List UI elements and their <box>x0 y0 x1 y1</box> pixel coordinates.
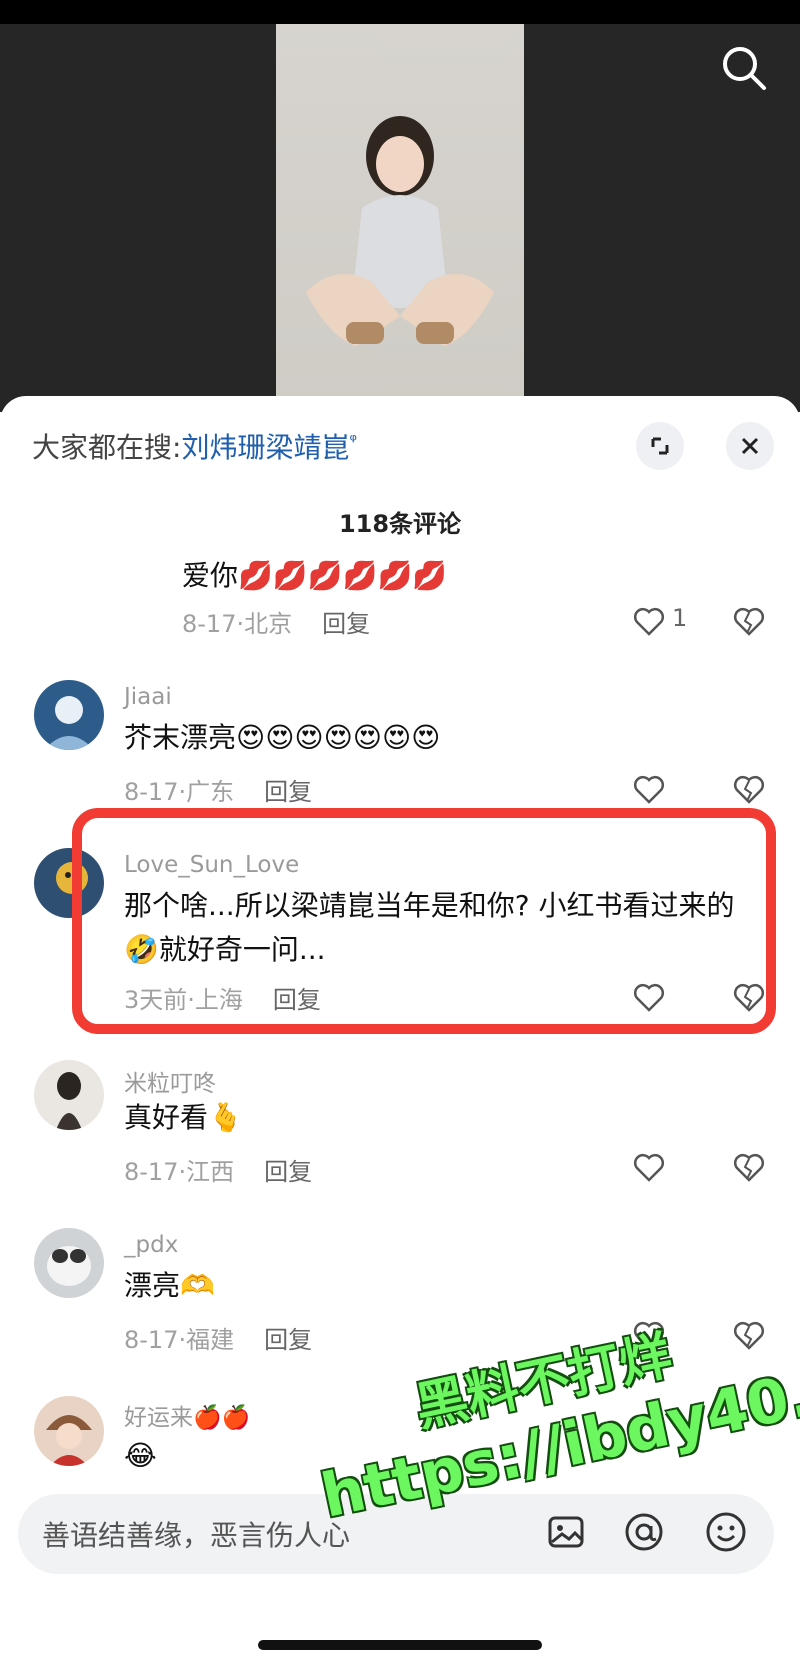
like-heart-icon[interactable] <box>632 1150 666 1184</box>
avatar-image <box>44 696 94 750</box>
username[interactable]: Jiaai <box>124 684 172 710</box>
expand-button[interactable] <box>636 422 684 470</box>
small-search-icon: ᵠ <box>349 430 357 452</box>
girl-image <box>306 116 494 346</box>
comment-text: 真好看🫰 <box>124 1101 243 1134</box>
comment-input[interactable]: 善语结善缘，恶言伤人心 <box>42 1514 350 1554</box>
avatar-image <box>46 1415 92 1466</box>
close-icon <box>741 437 759 455</box>
like-heart-icon[interactable] <box>632 604 666 638</box>
comment-text: 爱你💋💋💋💋💋💋 <box>182 559 448 592</box>
comment-meta: 8-17·北京 回复 <box>182 610 371 638</box>
comment-meta: 8-17·江西 回复 <box>124 1158 313 1186</box>
emoji-icon[interactable] <box>702 1508 750 1556</box>
reply-button[interactable]: 回复 <box>264 778 312 806</box>
trending-link[interactable]: 刘炜珊梁靖崑 <box>181 431 349 464</box>
avatar[interactable] <box>34 1396 104 1466</box>
avatar-image <box>56 1072 82 1130</box>
like-count: 1 <box>672 604 688 632</box>
image-icon[interactable] <box>542 1508 590 1556</box>
search-icon[interactable] <box>716 40 772 96</box>
dislike-broken-heart-icon[interactable] <box>732 772 766 806</box>
comment-meta: 8-17·广东 回复 <box>124 778 313 806</box>
username[interactable]: _pdx <box>124 1232 178 1258</box>
trending-prefix: 大家都在搜: <box>32 431 182 464</box>
avatar[interactable] <box>34 1228 104 1298</box>
at-mention-icon[interactable] <box>620 1508 668 1556</box>
dislike-broken-heart-icon[interactable] <box>732 604 766 638</box>
like-heart-icon[interactable] <box>632 772 666 806</box>
comment-count: 118条评论 <box>338 510 462 538</box>
comment-meta: 8-17·福建 回复 <box>124 1326 313 1354</box>
trending-search[interactable]: 大家都在搜:刘炜珊梁靖崑ᵠ <box>32 426 357 466</box>
close-button[interactable] <box>726 422 774 470</box>
home-indicator[interactable] <box>258 1640 542 1650</box>
video-poster[interactable] <box>276 24 524 412</box>
avatar[interactable] <box>34 1060 104 1130</box>
comment-text: 芥末漂亮😍😍😍😍😍😍😍 <box>124 721 441 754</box>
highlight-box <box>72 808 776 1034</box>
avatar-image <box>47 1246 91 1286</box>
comment-text: 漂亮🫶 <box>124 1269 215 1302</box>
reply-button[interactable]: 回复 <box>264 1326 312 1354</box>
expand-icon <box>651 437 669 455</box>
username[interactable]: 米粒叮咚 <box>124 1064 216 1098</box>
reply-button[interactable]: 回复 <box>264 1158 312 1186</box>
username[interactable]: 好运来🍎🍎 <box>124 1398 250 1432</box>
reply-button[interactable]: 回复 <box>322 610 370 638</box>
dislike-broken-heart-icon[interactable] <box>732 1150 766 1184</box>
avatar[interactable] <box>34 680 104 750</box>
